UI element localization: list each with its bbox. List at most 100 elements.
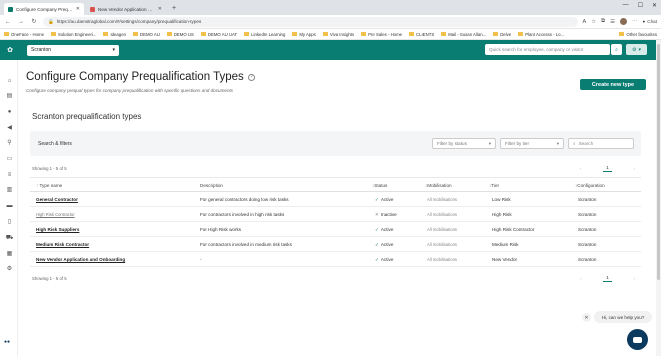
column-header-configuration[interactable]: ↕Configuration xyxy=(575,183,605,188)
type-name-link[interactable]: New Vendor Application and Onboarding xyxy=(36,257,125,262)
site-selector[interactable]: Scranton ▾ xyxy=(27,44,119,56)
page-scrollbar[interactable] xyxy=(656,40,661,356)
type-name-link[interactable]: General Contractor xyxy=(36,197,78,202)
user-icon[interactable]: ● xyxy=(5,108,14,116)
bookmark-item[interactable]: Mail - Susan Allan... xyxy=(441,32,486,37)
truck-icon[interactable]: ⛟ xyxy=(5,234,14,242)
status-cell: ✓ Active xyxy=(375,197,394,202)
accessibility-icon[interactable]: ●● xyxy=(4,339,10,345)
bookmark-item[interactable]: Ideagen xyxy=(103,32,126,37)
next-page-icon[interactable]: › xyxy=(633,276,635,281)
pagination: ‹ 1 › xyxy=(580,165,635,172)
gear-icon[interactable]: ⚙ xyxy=(5,265,14,273)
favorite-star-icon[interactable]: ☆ xyxy=(591,19,596,25)
bookmark-item[interactable]: Pre Sales - Home xyxy=(361,32,402,37)
maximize-icon[interactable]: ☐ xyxy=(638,2,643,9)
folder-icon xyxy=(166,32,172,36)
list-icon[interactable]: ≡ xyxy=(5,171,14,179)
bookmark-item[interactable]: DEMO AU xyxy=(132,32,160,37)
bookmark-item[interactable]: Delve xyxy=(493,32,511,37)
tier-filter[interactable]: Filter by tier ▾ xyxy=(500,138,564,149)
close-chat-icon[interactable]: ✕ xyxy=(582,313,591,322)
address-bar-row: ← → ↻ 🔒 https://au.damstraglobal.com/#/s… xyxy=(0,15,661,29)
prev-page-icon[interactable]: ‹ xyxy=(580,166,582,171)
extensions-icon[interactable]: ⧉ xyxy=(601,18,605,25)
bookmark-item[interactable]: CLIENTS xyxy=(409,32,434,37)
browser-chat-button[interactable]: ● Chat xyxy=(643,19,658,24)
check-icon: ✓ xyxy=(375,227,379,232)
url-field[interactable]: 🔒 https://au.damstraglobal.com/#/setting… xyxy=(43,16,578,27)
browser-tab[interactable]: New Vendor Application and Onb ✕ xyxy=(86,3,166,15)
column-header-mobilisation[interactable]: ↕Mobilisation xyxy=(425,183,452,188)
reload-icon[interactable]: ↻ xyxy=(30,18,38,25)
scrollbar-thumb[interactable] xyxy=(657,44,660,280)
quick-search-input[interactable]: Quick search for employee, company or vi… xyxy=(485,44,610,55)
bookmark-item[interactable]: Solution Engineeri... xyxy=(50,32,96,37)
clipboard-icon[interactable]: ▤ xyxy=(5,92,14,100)
status-filter[interactable]: Filter by status ▾ xyxy=(432,138,496,149)
chat-launcher-button[interactable] xyxy=(627,329,648,350)
home-icon[interactable]: ⌂ xyxy=(5,77,14,85)
search-icon[interactable]: ⌕ xyxy=(611,44,622,55)
next-page-icon[interactable]: › xyxy=(633,166,635,171)
page-number[interactable]: 1 xyxy=(603,165,612,172)
id-card-icon[interactable]: ▭ xyxy=(5,155,14,163)
tab-favicon-icon xyxy=(8,6,13,12)
profile-avatar[interactable] xyxy=(620,18,627,25)
building-icon[interactable]: ▥ xyxy=(5,186,14,194)
info-icon[interactable]: ? xyxy=(247,73,255,81)
mobilisation-cell: All mobilisations xyxy=(427,212,458,217)
close-tab-icon[interactable]: ✕ xyxy=(76,6,80,12)
chat-icon xyxy=(633,336,642,343)
create-new-type-button[interactable]: Create new type xyxy=(580,79,646,90)
type-name-link[interactable]: High Risk Contractor xyxy=(36,212,75,217)
table-row: General Contractor For general contracto… xyxy=(30,192,641,207)
column-header-status[interactable]: ↕Status xyxy=(372,183,387,188)
configuration-cell: Scranton xyxy=(578,242,597,247)
search-input[interactable]: ⌕ Search xyxy=(568,138,634,149)
folder-icon xyxy=(619,32,625,36)
folder-icon xyxy=(292,32,298,36)
settings-menu-button[interactable]: ⚙ ▾ xyxy=(626,44,647,55)
bookmark-item[interactable]: LinkedIn Learning xyxy=(244,32,285,37)
bookmark-item[interactable]: Viva Insights xyxy=(322,32,354,37)
bookmark-item[interactable]: OneFace - Home xyxy=(4,32,44,37)
chart-icon[interactable]: ▦ xyxy=(5,250,14,258)
column-header-type-name[interactable]: ↑ Type name xyxy=(36,183,62,188)
browser-tab-active[interactable]: Configure Company Prequalificat ✕ xyxy=(4,3,84,15)
bookmark-item[interactable]: Plant Accesss - Lo... xyxy=(518,32,564,37)
new-tab-button[interactable]: + xyxy=(168,3,180,15)
more-icon[interactable]: ⋯ xyxy=(632,19,638,25)
type-name-link[interactable]: High Risk Suppliers xyxy=(36,227,79,232)
megaphone-icon[interactable]: ◀ xyxy=(5,124,14,132)
prev-page-icon[interactable]: ‹ xyxy=(580,276,582,281)
tab-label: New Vendor Application and Onb xyxy=(98,6,155,12)
back-icon[interactable]: ← xyxy=(4,19,12,25)
column-header-tier[interactable]: ↕Tier xyxy=(489,183,499,188)
collections-icon[interactable]: ☰ xyxy=(610,19,615,25)
configuration-cell: Scranton xyxy=(578,197,597,202)
showing-count: Showing 1 - 5 of 5 xyxy=(32,166,67,171)
bookmarks-bar: OneFace - Home Solution Engineeri... Ide… xyxy=(0,29,661,40)
description-cell: For contractors involved in high risk ta… xyxy=(200,212,285,217)
bookmark-item[interactable]: My Apps xyxy=(292,32,316,37)
toolbox-icon[interactable]: ▬ xyxy=(5,202,14,210)
forward-icon[interactable]: → xyxy=(17,19,25,25)
read-aloud-icon[interactable]: A xyxy=(583,19,587,25)
app-logo-icon[interactable]: ✿ xyxy=(4,44,16,56)
configuration-cell: Scranton xyxy=(578,227,597,232)
chevron-down-icon: ▾ xyxy=(556,140,559,146)
document-icon[interactable]: ▯ xyxy=(5,218,14,226)
close-window-icon[interactable]: ✕ xyxy=(652,2,657,9)
type-name-link[interactable]: Medium Risk Contractor xyxy=(36,242,89,247)
page-number[interactable]: 1 xyxy=(603,275,612,282)
browser-chat-label: Chat xyxy=(647,19,657,24)
sort-icon: ↑ xyxy=(36,183,39,188)
pin-icon[interactable]: ⚲ xyxy=(5,139,14,147)
minimize-icon[interactable]: — xyxy=(623,2,629,9)
bookmark-item[interactable]: DEMO US xyxy=(166,32,194,37)
bookmark-item[interactable]: DEMO AU UAT xyxy=(200,32,237,37)
other-favourites[interactable]: Other favourites xyxy=(619,32,657,37)
close-tab-icon[interactable]: ✕ xyxy=(158,6,162,12)
chat-greeting[interactable]: Hi, can we help you? xyxy=(594,311,652,323)
